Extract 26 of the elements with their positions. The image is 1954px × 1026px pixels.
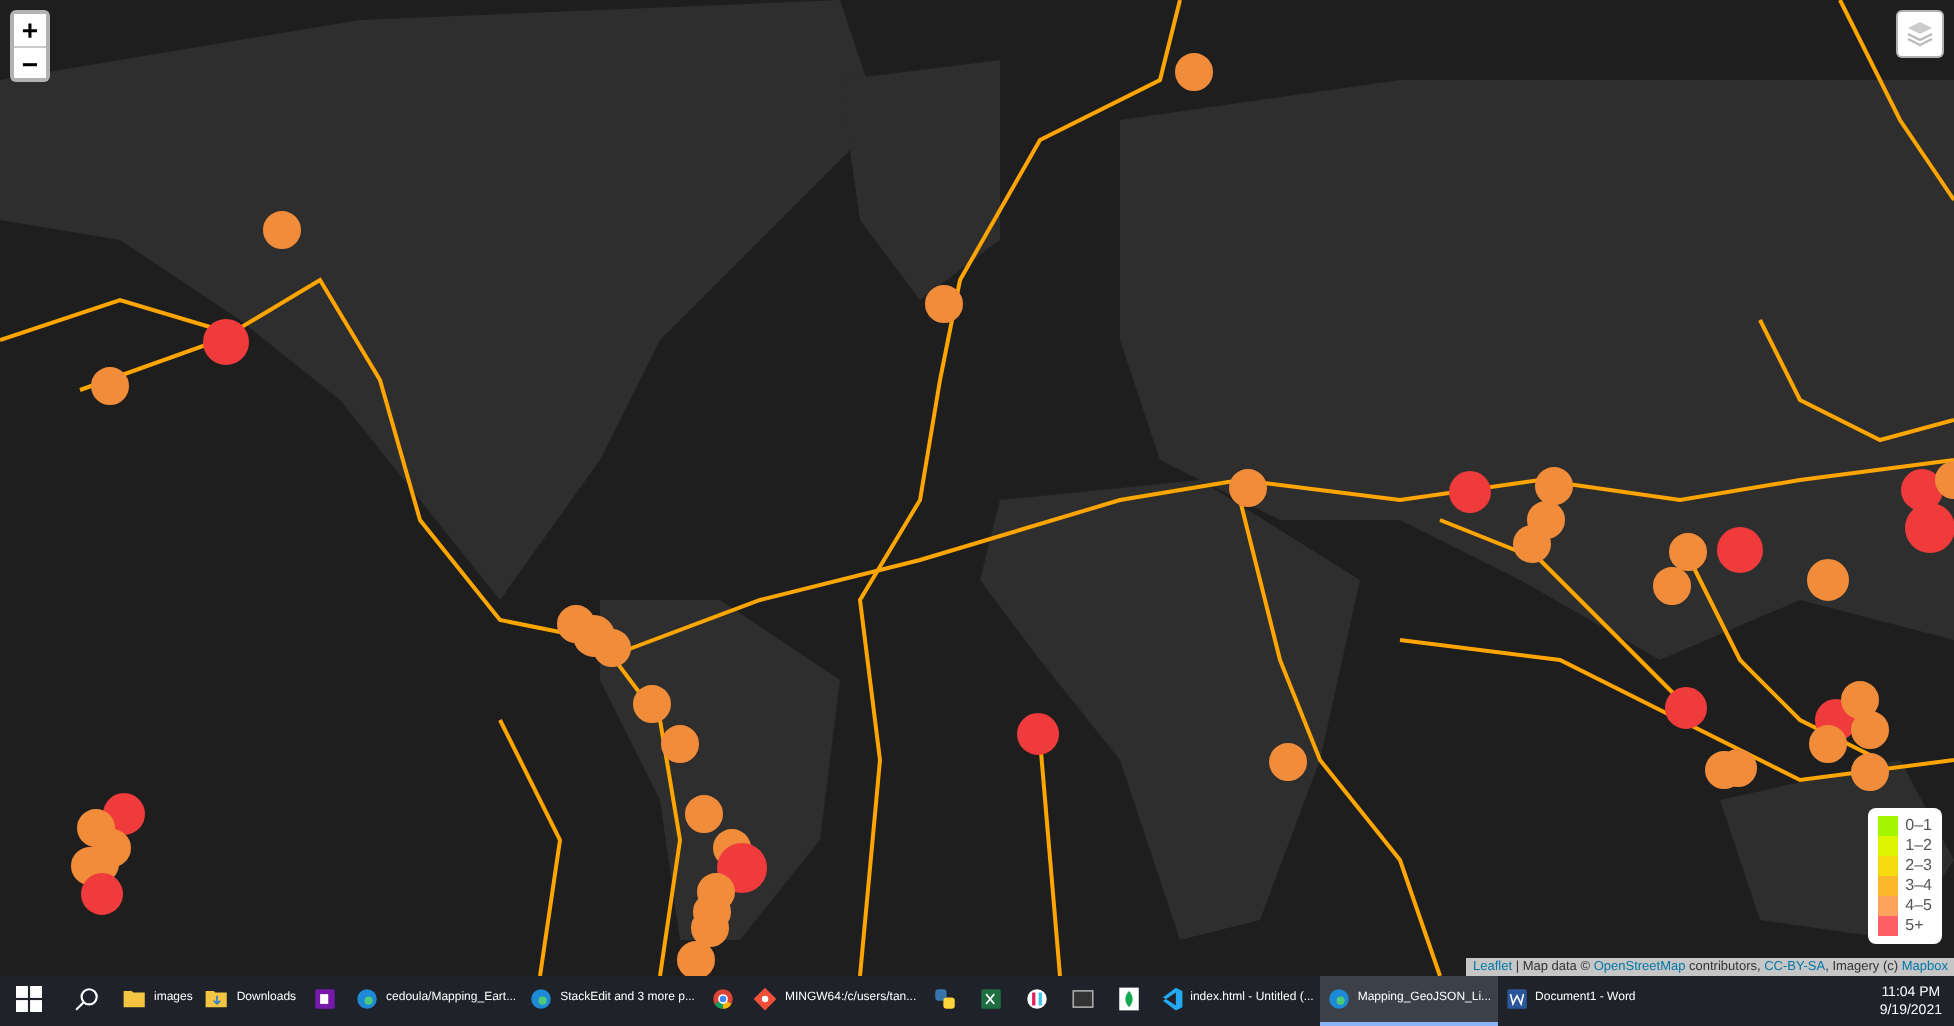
code-editor-icon — [1158, 986, 1185, 1012]
spreadsheet-app-icon — [978, 986, 1005, 1012]
zoom-out-button[interactable]: − — [14, 46, 46, 78]
folder-icon — [122, 986, 148, 1012]
legend-label: 2–3 — [1905, 856, 1932, 876]
legend-label: 0–1 — [1905, 816, 1932, 836]
download-folder-icon — [204, 986, 231, 1012]
browser-icon — [528, 986, 555, 1012]
chat-app-icon — [1024, 986, 1051, 1012]
legend-label: 3–4 — [1905, 876, 1932, 896]
legend-label: 5+ — [1905, 916, 1924, 936]
diamond-app-icon — [752, 986, 779, 1012]
legend-label: 1–2 — [1905, 836, 1932, 856]
legend-label: 4–5 — [1905, 896, 1932, 916]
leaf-app-icon — [1116, 986, 1143, 1012]
browser-icon — [1325, 986, 1352, 1012]
browser-icon — [354, 986, 381, 1012]
windows-icon — [16, 986, 42, 1012]
browser-icon — [710, 986, 737, 1012]
python-icon — [932, 986, 959, 1012]
layers-button[interactable] — [1896, 10, 1944, 58]
terminal-icon — [1070, 986, 1097, 1012]
search-icon — [74, 986, 100, 1012]
notebook-app-icon — [312, 986, 339, 1012]
document-app-icon — [1503, 986, 1530, 1012]
layers-icon — [1904, 18, 1936, 50]
